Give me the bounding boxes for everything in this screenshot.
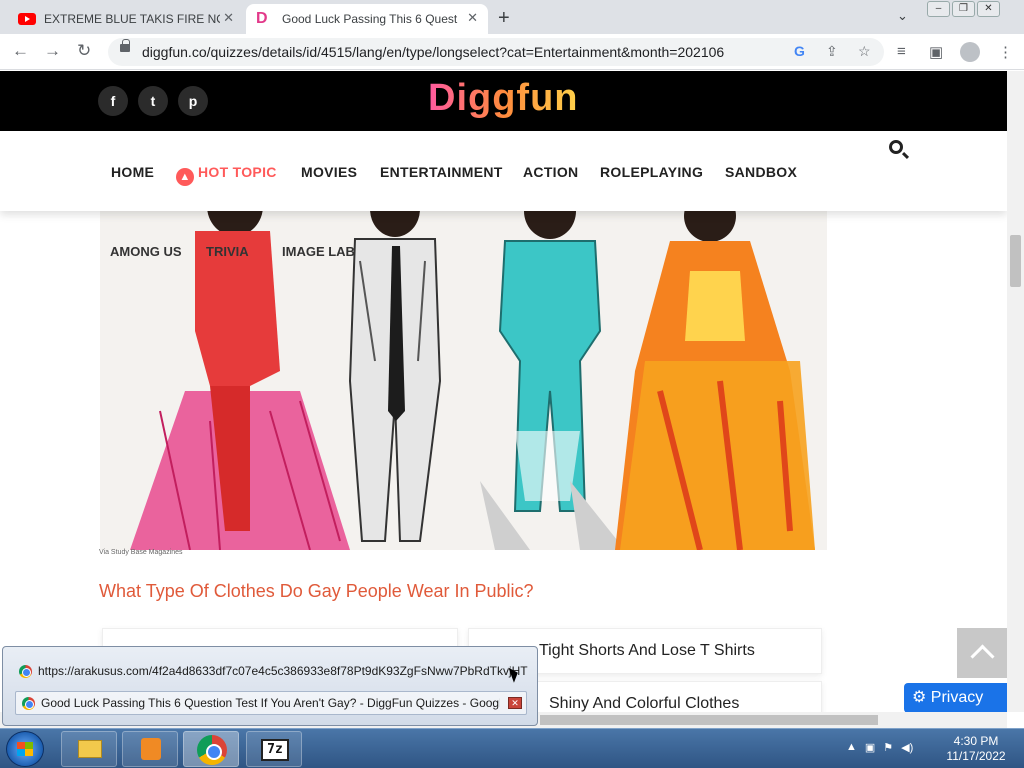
flame-icon: ▲: [176, 168, 194, 186]
subnav-trivia[interactable]: TRIVIA: [206, 244, 249, 259]
browser-toolbar: ← → ↻ diggfun.co/quizzes/details/id/4515…: [0, 34, 1024, 70]
gear-icon: ⚙: [912, 689, 931, 706]
menu-kebab-icon[interactable]: ⋮: [998, 43, 1013, 61]
facebook-icon[interactable]: f: [98, 86, 128, 116]
restore-icon[interactable]: ❐: [952, 1, 975, 17]
media-control-icon[interactable]: ≡: [897, 43, 906, 60]
quiz-image: [100, 211, 827, 550]
taskbar-7zip[interactable]: 7z: [246, 731, 302, 767]
window-controls: – ❐ ✕: [927, 1, 1000, 17]
tooltip-window-row[interactable]: Good Luck Passing This 6 Question Test I…: [15, 691, 527, 715]
tab-youtube[interactable]: EXTREME BLUE TAKIS FIRE NOODLES ✕: [8, 4, 244, 34]
volume-icon[interactable]: ◀): [901, 741, 913, 754]
site-logo[interactable]: Diggfun: [428, 77, 579, 120]
chrome-icon: [19, 664, 32, 678]
scroll-thumb[interactable]: [540, 715, 878, 725]
page-viewport: f t p Diggfun HOME ▲ HOT TOPIC MOVIES ENT…: [0, 71, 1007, 712]
quiz-question: What Type Of Clothes Do Gay People Wear …: [99, 581, 534, 601]
tab-close-icon[interactable]: ✕: [467, 10, 478, 26]
action-center-icon[interactable]: ⚑: [883, 741, 893, 754]
forward-icon[interactable]: →: [44, 41, 61, 61]
tab-title: Good Luck Passing This 6 Question: [282, 12, 458, 26]
minimize-icon[interactable]: –: [927, 1, 950, 17]
privacy-label: Privacy: [930, 689, 984, 706]
tab-search-icon[interactable]: ⌄: [897, 8, 908, 24]
clock-time: 4:30 PM: [953, 734, 999, 748]
twitter-icon[interactable]: t: [138, 86, 168, 116]
tooltip-url-row[interactable]: https://arakusus.com/4f2a4d8633df7c07e4c…: [13, 659, 528, 683]
tooltip-url-text: https://arakusus.com/4f2a4d8633df7c07e4c…: [38, 664, 528, 678]
taskbar-media-player[interactable]: [122, 731, 178, 767]
close-window-icon[interactable]: ✕: [977, 1, 1000, 17]
7zip-icon: 7z: [261, 739, 289, 761]
nav-hot-topic-label: HOT TOPIC: [198, 164, 277, 180]
profile-avatar-icon[interactable]: [960, 42, 980, 62]
folder-icon: [78, 740, 102, 758]
nav-sandbox[interactable]: SANDBOX: [725, 164, 797, 180]
browser-tab-strip: EXTREME BLUE TAKIS FIRE NOODLES ✕ D Good…: [0, 0, 1024, 34]
chrome-icon: [22, 696, 35, 710]
start-button[interactable]: [6, 731, 44, 767]
back-icon[interactable]: ←: [12, 41, 29, 61]
tooltip-window-text: Good Luck Passing This 6 Question Test I…: [41, 696, 500, 710]
show-hidden-icons-icon[interactable]: ▲: [846, 741, 857, 754]
address-bar[interactable]: diggfun.co/quizzes/details/id/4515/lang/…: [108, 38, 884, 66]
side-panel-icon[interactable]: ▣: [929, 43, 943, 61]
nav-entertainment[interactable]: ENTERTAINMENT: [380, 164, 503, 180]
scroll-thumb[interactable]: [1010, 235, 1021, 287]
nav-hot-topic[interactable]: ▲ HOT TOPIC: [176, 164, 277, 186]
taskbar-chrome[interactable]: [183, 731, 239, 767]
subnav-image-lab[interactable]: IMAGE LAB: [282, 244, 355, 259]
tab-title: EXTREME BLUE TAKIS FIRE NOODLES: [44, 12, 220, 26]
lock-icon[interactable]: [120, 39, 130, 52]
nav-roleplaying[interactable]: ROLEPLAYING: [600, 164, 703, 180]
pinterest-icon[interactable]: p: [178, 86, 208, 116]
taskbar-explorer[interactable]: [61, 731, 117, 767]
google-icon[interactable]: G: [794, 43, 805, 59]
tab-diggfun[interactable]: D Good Luck Passing This 6 Question ✕: [246, 4, 488, 34]
clock-date: 11/17/2022: [946, 749, 1006, 763]
privacy-button[interactable]: ⚙ Privacy: [904, 683, 1007, 712]
url-text[interactable]: diggfun.co/quizzes/details/id/4515/lang/…: [142, 44, 724, 60]
vertical-scrollbar[interactable]: [1007, 71, 1024, 712]
nav-movies[interactable]: MOVIES: [301, 164, 357, 180]
site-header: f t p Diggfun: [0, 71, 1007, 131]
nav-action[interactable]: ACTION: [523, 164, 578, 180]
system-clock[interactable]: 4:30 PM 11/17/2022: [940, 734, 1012, 764]
chrome-icon: [197, 735, 227, 765]
image-credit: Via Study Base Magazines: [99, 549, 183, 556]
nav-home[interactable]: HOME: [111, 164, 154, 180]
diggfun-icon: D: [256, 10, 268, 27]
back-to-top-button[interactable]: [957, 628, 1007, 678]
share-icon[interactable]: ⇪: [826, 43, 838, 60]
windows-taskbar: 7z ▲ ▣ ⚑ ◀) 4:30 PM 11/17/2022: [0, 728, 1024, 768]
main-nav: HOME ▲ HOT TOPIC MOVIES ENTERTAINMENT ACT…: [0, 131, 1007, 211]
reload-icon[interactable]: ↻: [77, 41, 91, 61]
search-icon[interactable]: [889, 140, 903, 154]
new-tab-icon[interactable]: +: [498, 7, 510, 30]
media-player-icon: [141, 738, 161, 760]
tab-close-icon[interactable]: ✕: [223, 10, 234, 26]
network-icon[interactable]: ▣: [865, 741, 875, 754]
close-window-icon[interactable]: ✕: [508, 697, 522, 709]
bookmark-star-icon[interactable]: ☆: [858, 43, 871, 60]
youtube-icon: [18, 13, 36, 25]
subnav-among-us[interactable]: AMONG US: [110, 244, 182, 259]
taskbar-preview-tooltip: https://arakusus.com/4f2a4d8633df7c07e4c…: [2, 646, 538, 726]
system-tray: ▲ ▣ ⚑ ◀): [846, 741, 913, 754]
